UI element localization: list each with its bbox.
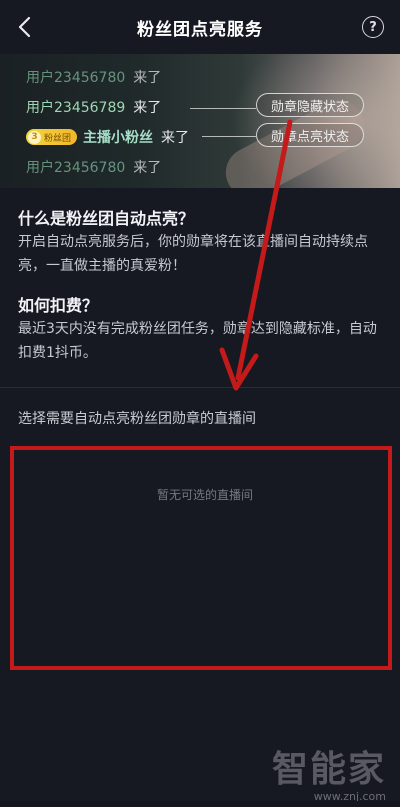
- chat-user: 用户23456780: [26, 160, 126, 176]
- pointer-line-hidden: [190, 108, 256, 109]
- chat-message-1: 用户23456780 来了: [26, 67, 161, 87]
- demo-banner: 用户23456780 来了 用户23456789 来了 3 粉丝团 主播小粉丝 …: [0, 54, 400, 188]
- question-icon: ?: [369, 19, 377, 35]
- badge-lit-state-label: 勋章点亮状态: [256, 123, 364, 147]
- fee-description: 最近3天内没有完成粉丝团任务，勋章达到隐藏标准，自动扣费1抖币。: [18, 321, 377, 361]
- chat-user: 主播小粉丝: [83, 130, 154, 146]
- what-is-title: 什么是粉丝团自动点亮？: [18, 209, 195, 228]
- empty-state-text: 暂无可选的直播间: [156, 488, 253, 502]
- chat-suffix: 来了: [133, 160, 162, 176]
- chat-suffix: 来了: [161, 130, 190, 146]
- chat-suffix: 来了: [133, 100, 162, 116]
- fan-club-badge: 3 粉丝团: [26, 129, 78, 145]
- chat-user: 用户23456780: [26, 70, 126, 86]
- section-divider: [0, 387, 400, 388]
- watermark: 智能家 www.znj.com: [272, 740, 386, 803]
- fee-title: 如何扣费？: [18, 296, 99, 315]
- chat-message-4: 用户23456780 来了: [26, 157, 161, 177]
- chat-message-3: 3 粉丝团 主播小粉丝 来了: [26, 127, 189, 147]
- live-room-list: 暂无可选的直播间: [10, 446, 392, 670]
- page-title: 粉丝团点亮服务: [137, 20, 263, 40]
- choose-room-label: 选择需要自动点亮粉丝团勋章的直播间: [18, 411, 256, 427]
- badge-hidden-state-label: 勋章隐藏状态: [256, 93, 364, 117]
- header-bar: 粉丝团点亮服务 ?: [0, 0, 400, 54]
- bottom-bar: [0, 801, 400, 807]
- pointer-line-lit: [202, 136, 256, 137]
- watermark-logo: 智能家: [271, 749, 386, 790]
- badge-level: 3: [28, 130, 41, 144]
- chat-suffix: 来了: [133, 70, 162, 86]
- badge-label: 粉丝团: [44, 133, 72, 144]
- chat-user: 用户23456789: [26, 100, 126, 116]
- chat-message-2: 用户23456789 来了: [26, 97, 161, 117]
- what-is-description: 开启自动点亮服务后，你的勋章将在该直播间自动持续点亮，一直做主播的真爱粉！: [18, 234, 368, 274]
- help-button[interactable]: ?: [362, 16, 384, 38]
